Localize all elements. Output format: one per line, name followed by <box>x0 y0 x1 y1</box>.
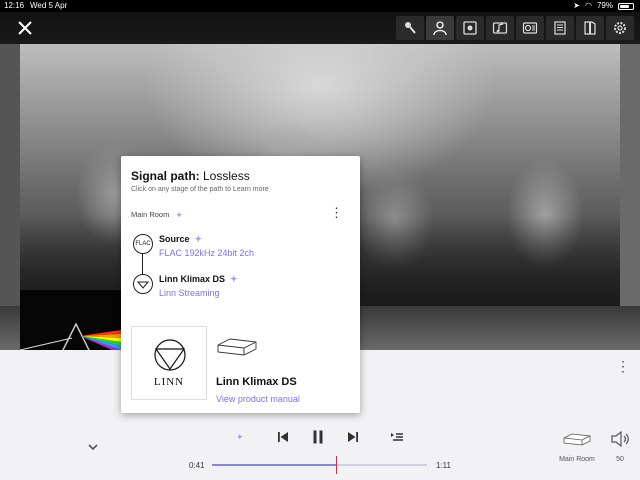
flac-icon: FLAC <box>133 234 153 254</box>
stage-source-name: Source ✦ <box>159 234 203 244</box>
stage-device-detail[interactable]: Linn Streaming <box>159 288 220 298</box>
queue-button[interactable] <box>388 428 406 446</box>
flac-icon-text: FLAC <box>135 241 151 247</box>
album-button[interactable] <box>516 16 544 40</box>
status-right: ➤ ◠ 79% <box>573 0 634 12</box>
diamond-icon: ✦ <box>236 432 244 442</box>
stage-device[interactable]: Linn Klimax DS ✦ Linn Streaming <box>131 272 351 312</box>
view-switcher <box>396 16 634 40</box>
stage-device-name: Linn Klimax DS ✦ <box>159 274 238 284</box>
backdrop-left <box>0 44 20 350</box>
stage-source[interactable]: FLAC Source ✦ FLAC 192kHz 24bit 2ch <box>131 232 351 272</box>
volume-icon[interactable] <box>610 430 630 448</box>
streamer-device-icon <box>563 433 591 446</box>
volume-level: 50 <box>616 456 624 463</box>
top-bar <box>0 12 640 44</box>
linn-wordmark: LINN <box>153 376 185 388</box>
wifi-icon: ◠ <box>585 1 592 10</box>
skip-previous-icon <box>278 432 288 442</box>
diamond-icon: ✦ <box>175 209 183 220</box>
player-more-button[interactable]: ⋮ <box>616 358 630 374</box>
book-icon <box>584 21 596 35</box>
diamond-icon: ✦ <box>194 234 203 244</box>
status-bar: 12:16 Wed 5 Apr ➤ ◠ 79% <box>0 0 640 12</box>
stage-device-label: Linn Klimax DS <box>159 274 226 284</box>
linn-logo: LINN <box>131 326 207 400</box>
now-playing-icon <box>463 21 477 35</box>
total-time: 1:11 <box>436 461 451 470</box>
date: Wed 5 Apr <box>30 1 68 10</box>
room-name: Main Room <box>559 456 595 463</box>
previous-button[interactable] <box>274 428 292 446</box>
chevron-down-icon[interactable] <box>86 440 100 454</box>
battery-fill <box>620 4 630 8</box>
clock: 12:16 <box>4 1 25 10</box>
popup-room-name: Main Room <box>131 210 170 219</box>
product-manual-link[interactable]: View product manual <box>216 394 300 404</box>
skip-next-icon <box>348 432 358 442</box>
playhead[interactable] <box>336 456 338 474</box>
popup-title-label: Signal path: <box>131 169 200 183</box>
streamer-device-icon <box>217 338 257 356</box>
stage-source-detail[interactable]: FLAC 192kHz 24bit 2ch <box>159 248 254 258</box>
close-icon <box>18 21 32 35</box>
elapsed-time: 0:41 <box>189 461 205 470</box>
lyrics-icon <box>554 21 566 35</box>
room-selector[interactable] <box>556 432 598 451</box>
diamond-icon: ✦ <box>230 274 238 284</box>
progress-bar[interactable] <box>212 456 427 474</box>
lossless-indicator[interactable]: ✦ <box>231 428 249 446</box>
settings-button[interactable] <box>606 16 634 40</box>
popup-title: Signal path: Lossless <box>131 169 250 183</box>
close-button[interactable] <box>14 17 36 39</box>
lyrics-button[interactable] <box>546 16 574 40</box>
battery-percent: 79% <box>596 1 613 10</box>
microphone-icon <box>405 22 416 34</box>
music-note-icon <box>492 22 508 34</box>
person-icon <box>433 21 447 36</box>
voice-button[interactable] <box>396 16 424 40</box>
stage-source-label: Source <box>159 234 190 244</box>
artist-button[interactable] <box>426 16 454 40</box>
next-button[interactable] <box>344 428 362 446</box>
gear-icon <box>614 22 626 34</box>
popup-title-value: Lossless <box>199 169 250 183</box>
location-icon: ➤ <box>573 1 580 10</box>
popup-more-button[interactable]: ⋮ <box>330 206 343 220</box>
now-playing-button[interactable] <box>456 16 484 40</box>
pause-icon <box>313 430 323 444</box>
track-info-button[interactable] <box>486 16 514 40</box>
progress-fill <box>212 464 337 466</box>
battery-icon <box>618 2 634 10</box>
album-list-icon <box>522 22 538 34</box>
signal-path-popup: Signal path: Lossless Click on any stage… <box>121 156 360 413</box>
pause-button[interactable] <box>309 428 327 446</box>
popup-room[interactable]: Main Room ✦ <box>131 210 183 219</box>
queue-icon <box>391 433 403 441</box>
product-name: Linn Klimax DS <box>216 376 297 388</box>
popup-hint: Click on any stage of the path to Learn … <box>131 186 269 193</box>
linn-emblem-icon <box>154 339 186 371</box>
linn-device-icon <box>133 274 153 294</box>
bio-button[interactable] <box>576 16 604 40</box>
backdrop-right <box>620 44 640 350</box>
